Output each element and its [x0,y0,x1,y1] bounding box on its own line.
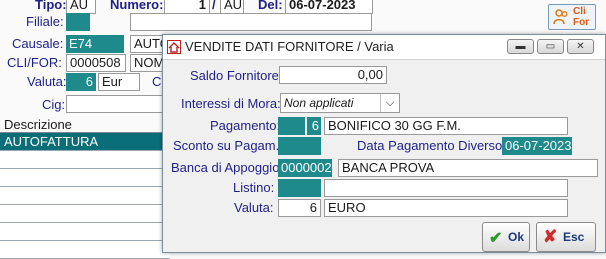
saldo-field[interactable]: 0,00 [279,66,387,84]
table-row[interactable]: AUTOFATTURA [0,133,170,151]
clifor-code-field[interactable]: 0000508 [66,54,126,72]
valuta-desc-field[interactable]: Eur [98,73,140,91]
banca-code-field[interactable]: 0000002 [278,159,332,177]
data-pagamento-field[interactable]: 06-07-2023 [502,137,572,155]
interessi-label: Interessi di Mora: [181,96,281,111]
descrizione-header: Descrizione [4,117,72,132]
c-label: C [152,74,162,89]
maximize-icon: ▭ [545,41,556,52]
pagamento-desc-field[interactable]: BONIFICO 30 GG F.M. [324,117,568,135]
valuta-code-field[interactable]: 6 [66,73,96,91]
del-label: Del: [258,0,283,12]
del-field[interactable]: 06-07-2023 [285,0,373,14]
minimize-icon: ▬ [515,41,526,52]
dialog-valuta-desc-field[interactable]: EURO [324,199,568,217]
table-row[interactable] [0,151,170,169]
table-row[interactable] [0,169,170,187]
table-row[interactable] [0,241,170,259]
clifor-button[interactable]: Cli For [548,4,596,30]
app-icon [167,40,181,54]
filiale-desc-field[interactable] [130,13,372,31]
numero-field[interactable]: 1 [164,0,210,14]
numero-label: Numero: [110,0,164,12]
interessi-select[interactable]: Non applicati ⌵ [280,93,400,113]
data-pagamento-label: Data Pagamento Diverso: [357,138,506,153]
close-icon: ✕ [576,41,585,52]
clifor-button-label: Cli For [573,6,590,28]
x-icon: ✘ [543,227,558,246]
tipo-field[interactable]: AU [66,0,96,14]
vendite-dati-fornitore-dialog: VENDITE DATI FORNITORE / Varia ▬ ▭ ✕ Sal… [162,34,606,253]
pagamento-code-field[interactable]: 6 [307,117,321,135]
numero-slash: / [212,0,216,12]
numero-suffix-field[interactable]: AU [220,0,244,14]
sconto-label: Sconto su Pagam.: [173,138,283,153]
banca-desc-field[interactable]: BANCA PROVA [338,159,598,177]
listino-desc-field[interactable] [324,179,568,197]
pagamento-code-teal[interactable] [278,117,305,135]
close-button[interactable]: ✕ [567,39,594,54]
pagamento-label: Pagamento: [210,118,281,133]
table-row[interactable] [0,205,170,223]
filiale-field[interactable] [66,13,90,31]
causale-code-field[interactable]: E74 [66,35,124,53]
table-row[interactable] [0,223,170,241]
esc-label: Esc [563,230,585,244]
dialog-titlebar[interactable]: VENDITE DATI FORNITORE / Varia ▬ ▭ ✕ [163,35,605,60]
users-icon [553,9,568,25]
listino-label: Listino: [233,180,275,195]
filiale-label: Filiale: [26,14,64,29]
banca-label: Banca di Appoggio: [171,160,284,175]
dialog-title: VENDITE DATI FORNITORE / Varia [185,39,394,54]
minimize-button[interactable]: ▬ [507,39,534,54]
right-edge-fragment [600,115,606,127]
ok-button[interactable]: ✔ Ok [482,222,530,252]
maximize-button[interactable]: ▭ [537,39,564,54]
check-icon: ✔ [489,230,503,247]
chevron-down-icon: ⌵ [380,94,399,112]
valuta-label: Valuta: [27,74,67,89]
saldo-label: Saldo Fornitore: [190,68,283,83]
cig-field[interactable] [66,95,170,113]
tipo-label: Tipo: [35,0,67,12]
interessi-value: Non applicati [284,96,354,110]
esc-button[interactable]: ✘ Esc [536,222,596,252]
sconto-field[interactable] [278,137,321,155]
dialog-valuta-code-field[interactable]: 6 [278,199,321,217]
listino-code-field[interactable] [278,179,321,197]
ok-label: Ok [508,230,525,244]
cig-label: Cig: [42,97,66,112]
dialog-valuta-label: Valuta: [234,200,274,215]
clifor-label: CLI/FOR: [7,55,62,70]
table-row[interactable] [0,187,170,205]
causale-label: Causale: [12,36,64,51]
